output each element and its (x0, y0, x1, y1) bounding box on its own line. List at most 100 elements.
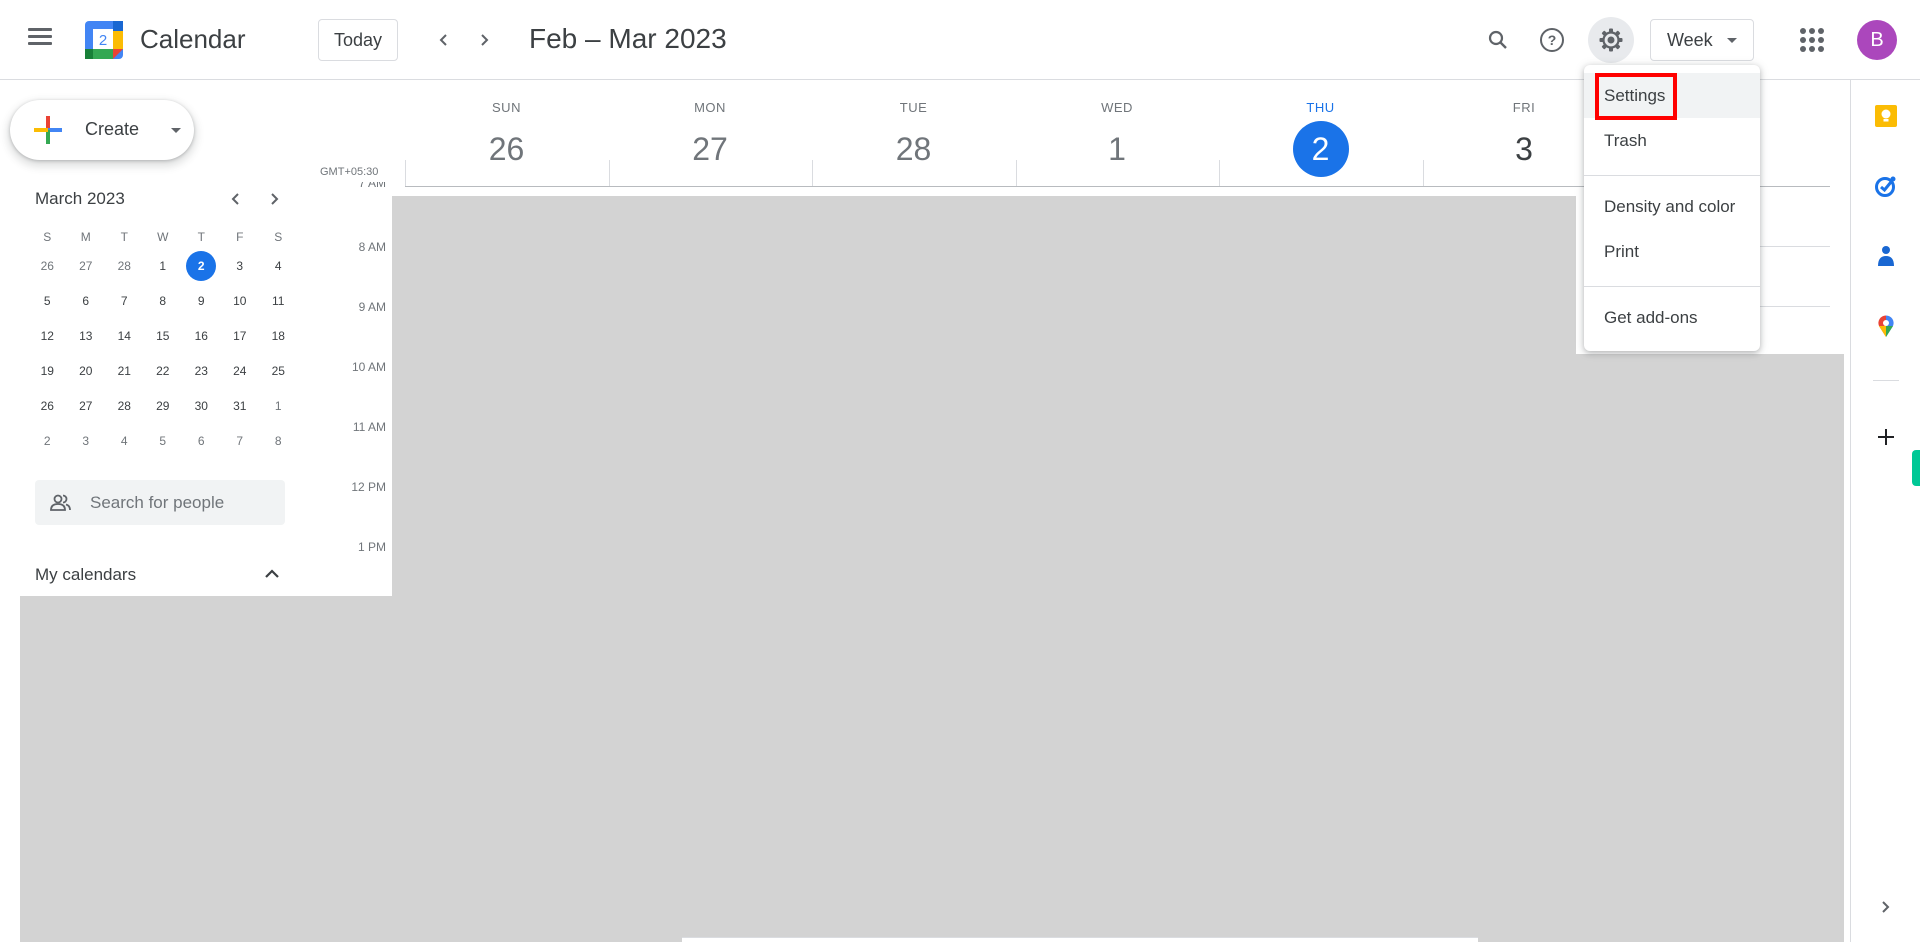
day-number[interactable]: 28 (886, 121, 942, 177)
mini-calendar-day[interactable]: 3 (67, 423, 106, 458)
mini-calendar-day[interactable]: 30 (182, 388, 221, 423)
day-header[interactable]: MON 27 (609, 100, 812, 177)
mini-calendar-day[interactable]: 8 (259, 423, 298, 458)
mini-calendar-day[interactable]: 10 (221, 283, 260, 318)
help-button[interactable]: ? (1532, 20, 1572, 60)
chevron-up-icon (265, 569, 279, 578)
mini-calendar-day-number: 18 (271, 328, 285, 343)
mini-calendar-day[interactable]: 1 (259, 388, 298, 423)
menu-item-settings[interactable]: Settings (1584, 73, 1760, 118)
account-avatar[interactable]: B (1857, 20, 1897, 60)
mini-calendar-day-header: S (43, 230, 52, 244)
menu-item-get-add-ons[interactable]: Get add-ons (1584, 295, 1760, 340)
mini-calendar-day[interactable]: 20 (67, 353, 106, 388)
day-header[interactable]: SUN 26 (405, 100, 608, 177)
previous-week-button[interactable] (428, 24, 460, 56)
day-header[interactable]: WED 1 (1016, 100, 1219, 177)
mini-calendar-day[interactable]: 17 (221, 318, 260, 353)
expand-side-panel-button[interactable] (1874, 895, 1898, 919)
mini-calendar-day[interactable]: 19 (28, 353, 67, 388)
menu-icon (28, 28, 52, 31)
keep-button[interactable] (1874, 104, 1898, 128)
tasks-icon (1875, 176, 1896, 197)
mini-calendar-today[interactable]: 2 (182, 248, 221, 283)
svg-text:?: ? (1548, 32, 1557, 48)
mini-calendar-day[interactable]: 23 (182, 353, 221, 388)
my-calendars-collapse-button[interactable] (260, 562, 284, 586)
create-label: Create (85, 119, 140, 139)
get-addons-button[interactable] (1874, 425, 1898, 449)
side-tab-indicator (1912, 450, 1920, 486)
mini-calendar-day[interactable]: 13 (67, 318, 106, 353)
mini-calendar-day[interactable]: 15 (144, 318, 183, 353)
search-button[interactable] (1478, 20, 1518, 60)
mini-calendar-day[interactable]: 6 (67, 283, 106, 318)
google-apps-button[interactable] (1800, 28, 1824, 52)
mini-calendar-day[interactable]: 9 (182, 283, 221, 318)
mini-calendar-day-number: 1 (274, 398, 282, 413)
mini-calendar-day[interactable]: 25 (259, 353, 298, 388)
mini-calendar-day[interactable]: 14 (105, 318, 144, 353)
mini-calendar-day[interactable]: 21 (105, 353, 144, 388)
mini-calendar-day[interactable]: 28 (105, 388, 144, 423)
mini-calendar-day[interactable]: 5 (28, 283, 67, 318)
contacts-button[interactable] (1874, 244, 1898, 268)
mini-calendar-day[interactable]: 26 (28, 388, 67, 423)
mini-calendar-day-number: 31 (233, 398, 247, 413)
mini-calendar-day[interactable]: 16 (182, 318, 221, 353)
mini-calendar-day[interactable]: 29 (144, 388, 183, 423)
mini-calendar-day-number: 26 (40, 258, 54, 273)
next-week-button[interactable] (468, 24, 500, 56)
menu-item-print[interactable]: Print (1584, 229, 1760, 274)
day-number[interactable]: 3 (1496, 121, 1552, 177)
chevron-left-icon (231, 193, 239, 205)
day-number[interactable]: 26 (479, 121, 535, 177)
maps-button[interactable] (1874, 314, 1898, 338)
mini-calendar-day[interactable]: 26 (28, 248, 67, 283)
main-menu-button[interactable] (28, 28, 52, 52)
view-selector-dropdown[interactable]: Week (1650, 19, 1754, 61)
mini-calendar-day-number: 16 (194, 328, 208, 343)
date-range-title: Feb – Mar 2023 (529, 23, 727, 54)
mini-calendar-day[interactable]: 3 (221, 248, 260, 283)
mini-calendar-day[interactable]: 27 (67, 388, 106, 423)
day-number[interactable]: 1 (1089, 121, 1145, 177)
day-number[interactable]: 27 (682, 121, 738, 177)
menu-item-density-and-color[interactable]: Density and color (1584, 184, 1760, 229)
mini-calendar-prev-button[interactable] (224, 187, 248, 211)
mini-calendar-day[interactable]: 12 (28, 318, 67, 353)
mini-calendar-day[interactable]: 4 (259, 248, 298, 283)
mini-calendar-day[interactable]: 24 (221, 353, 260, 388)
mini-calendar-day-number: 29 (156, 398, 170, 413)
mini-calendar-day-header: T (120, 230, 128, 244)
mini-calendar-day[interactable]: 11 (259, 283, 298, 318)
mini-calendar-day[interactable]: 6 (182, 423, 221, 458)
mini-calendar-day[interactable]: 8 (144, 283, 183, 318)
mini-calendar-day[interactable]: 1 (144, 248, 183, 283)
dimmed-region (1576, 354, 1844, 596)
settings-button[interactable] (1588, 17, 1634, 63)
day-header[interactable]: TUE 28 (812, 100, 1015, 177)
mini-calendar-day-number: 2 (43, 433, 51, 448)
mini-calendar-day[interactable]: 4 (105, 423, 144, 458)
mini-calendar-day[interactable]: 18 (259, 318, 298, 353)
menu-item-trash[interactable]: Trash (1584, 118, 1760, 163)
mini-calendar-day[interactable]: 2 (28, 423, 67, 458)
day-of-week-label: WED (1101, 100, 1133, 115)
menu-divider (1584, 286, 1760, 287)
today-button[interactable]: Today (318, 19, 398, 61)
create-button[interactable]: Create (10, 100, 194, 160)
mini-calendar-day[interactable]: 22 (144, 353, 183, 388)
mini-calendar-next-button[interactable] (262, 187, 286, 211)
tasks-button[interactable] (1874, 174, 1898, 198)
mini-calendar-day[interactable]: 27 (67, 248, 106, 283)
day-number[interactable]: 2 (1292, 121, 1349, 177)
day-header-today[interactable]: THU 2 (1219, 100, 1422, 177)
search-people-input[interactable]: Search for people (35, 480, 285, 525)
mini-calendar-day[interactable]: 5 (144, 423, 183, 458)
mini-calendar-day[interactable]: 31 (221, 388, 260, 423)
mini-calendar-day[interactable]: 28 (105, 248, 144, 283)
mini-calendar-day[interactable]: 7 (105, 283, 144, 318)
mini-calendar-day[interactable]: 7 (221, 423, 260, 458)
view-selector-label: Week (1667, 29, 1713, 50)
